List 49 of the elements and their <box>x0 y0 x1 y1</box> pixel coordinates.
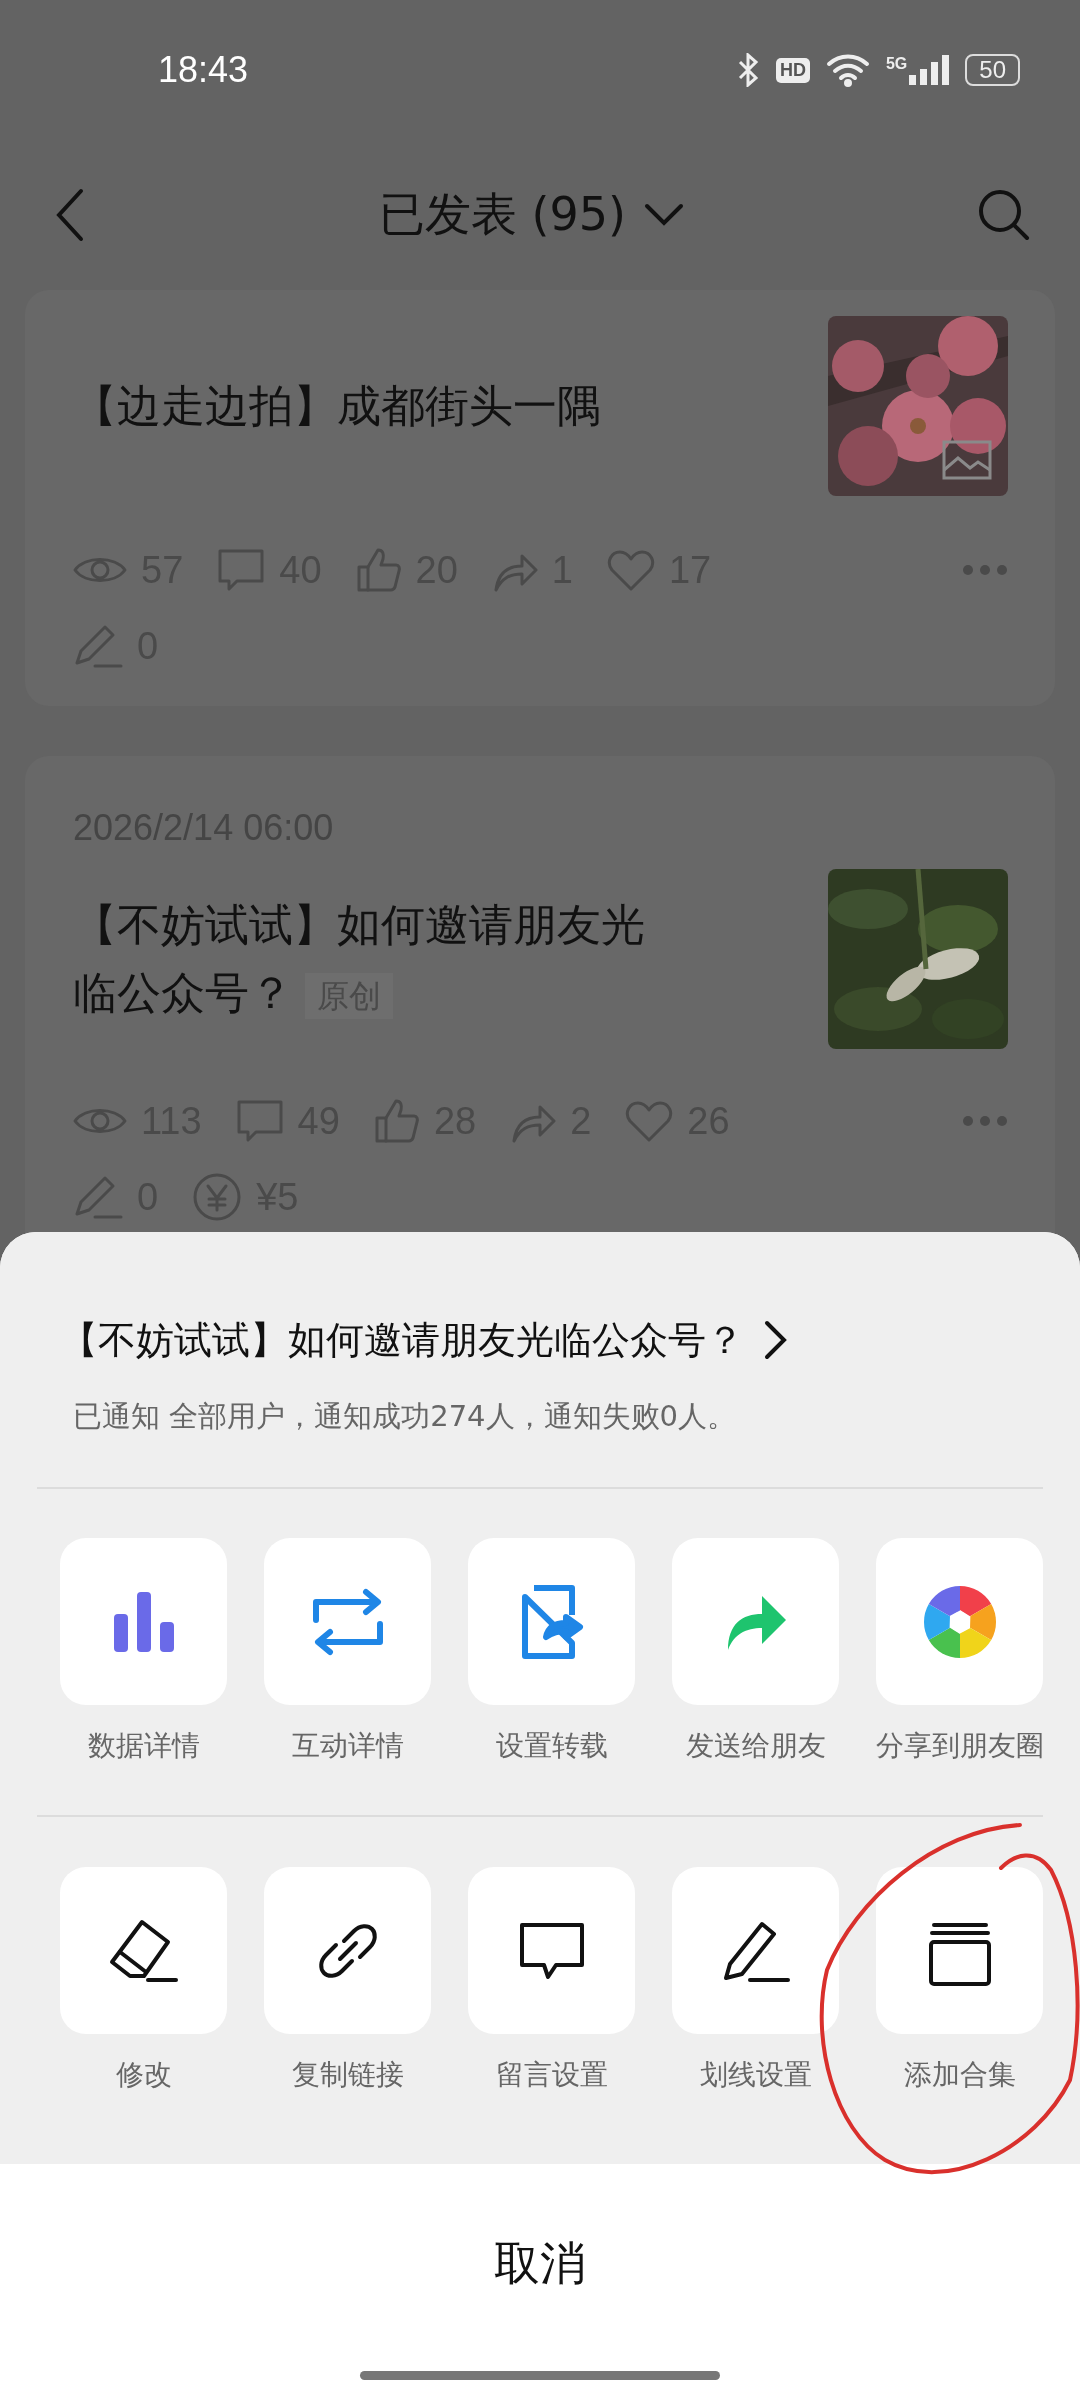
action-tile[interactable] <box>264 1867 431 2034</box>
bluetooth-icon <box>737 53 760 87</box>
action-tile[interactable] <box>60 1538 227 1705</box>
status-time: 18:43 <box>158 49 249 91</box>
comment-icon <box>235 1099 284 1143</box>
action-label: 修改 <box>115 2057 172 2093</box>
battery-level: 50 <box>965 54 1020 86</box>
back-icon[interactable] <box>55 188 85 242</box>
action-tile[interactable] <box>468 1538 635 1705</box>
search-icon[interactable] <box>978 189 1030 241</box>
heart-icon <box>607 549 655 591</box>
chevron-right-icon[interactable] <box>764 1320 788 1360</box>
action-tile[interactable] <box>672 1867 839 2034</box>
action-label: 划线设置 <box>699 2057 812 2093</box>
thumbs-up-icon <box>373 1098 420 1144</box>
action-label: 复制链接 <box>291 2057 404 2093</box>
speech-bubble-icon <box>517 1920 586 1981</box>
document-forward-icon <box>519 1584 584 1659</box>
action-tile[interactable] <box>672 1538 839 1705</box>
action-label: 添加合集 <box>903 2057 1016 2093</box>
action-label: 设置转载 <box>495 1728 608 1764</box>
article-title: 【边走边拍】成都街头一隅 <box>73 379 602 433</box>
action-label: 数据详情 <box>87 1728 200 1764</box>
action-tile[interactable] <box>264 1538 431 1705</box>
page-title[interactable]: 已发表 (95) <box>378 184 627 246</box>
network-type: 5G <box>885 55 908 73</box>
hd-badge: HD <box>775 57 810 83</box>
action-label: 发送给朋友 <box>685 1728 826 1764</box>
heart-icon <box>625 1100 674 1142</box>
action-tile[interactable] <box>60 1867 227 2034</box>
pen-icon <box>73 623 123 669</box>
chevron-down-icon[interactable] <box>644 203 685 227</box>
bar-chart-icon <box>111 1589 176 1654</box>
action-tile[interactable] <box>468 1867 635 2034</box>
sheet-title[interactable]: 【不妨试试】如何邀请朋友光临公众号？ <box>60 1317 744 1363</box>
action-label: 留言设置 <box>495 2057 608 2093</box>
pen-icon <box>73 1174 123 1220</box>
action-tile[interactable] <box>876 1538 1043 1705</box>
signal-icon <box>909 55 950 85</box>
aperture-icon <box>921 1583 998 1660</box>
eraser-icon <box>107 1917 180 1984</box>
yen-coin-icon <box>192 1172 243 1222</box>
comment-icon <box>217 548 266 592</box>
action-label: 互动详情 <box>291 1728 404 1764</box>
action-tile[interactable] <box>876 1867 1043 2034</box>
action-label: 分享到朋友圈 <box>875 1728 1044 1764</box>
notice-text: 已通知 全部用户，通知成功274人，通知失败0人。 <box>72 1398 738 1435</box>
thumbs-up-icon <box>355 547 402 593</box>
wifi-icon <box>825 53 870 87</box>
